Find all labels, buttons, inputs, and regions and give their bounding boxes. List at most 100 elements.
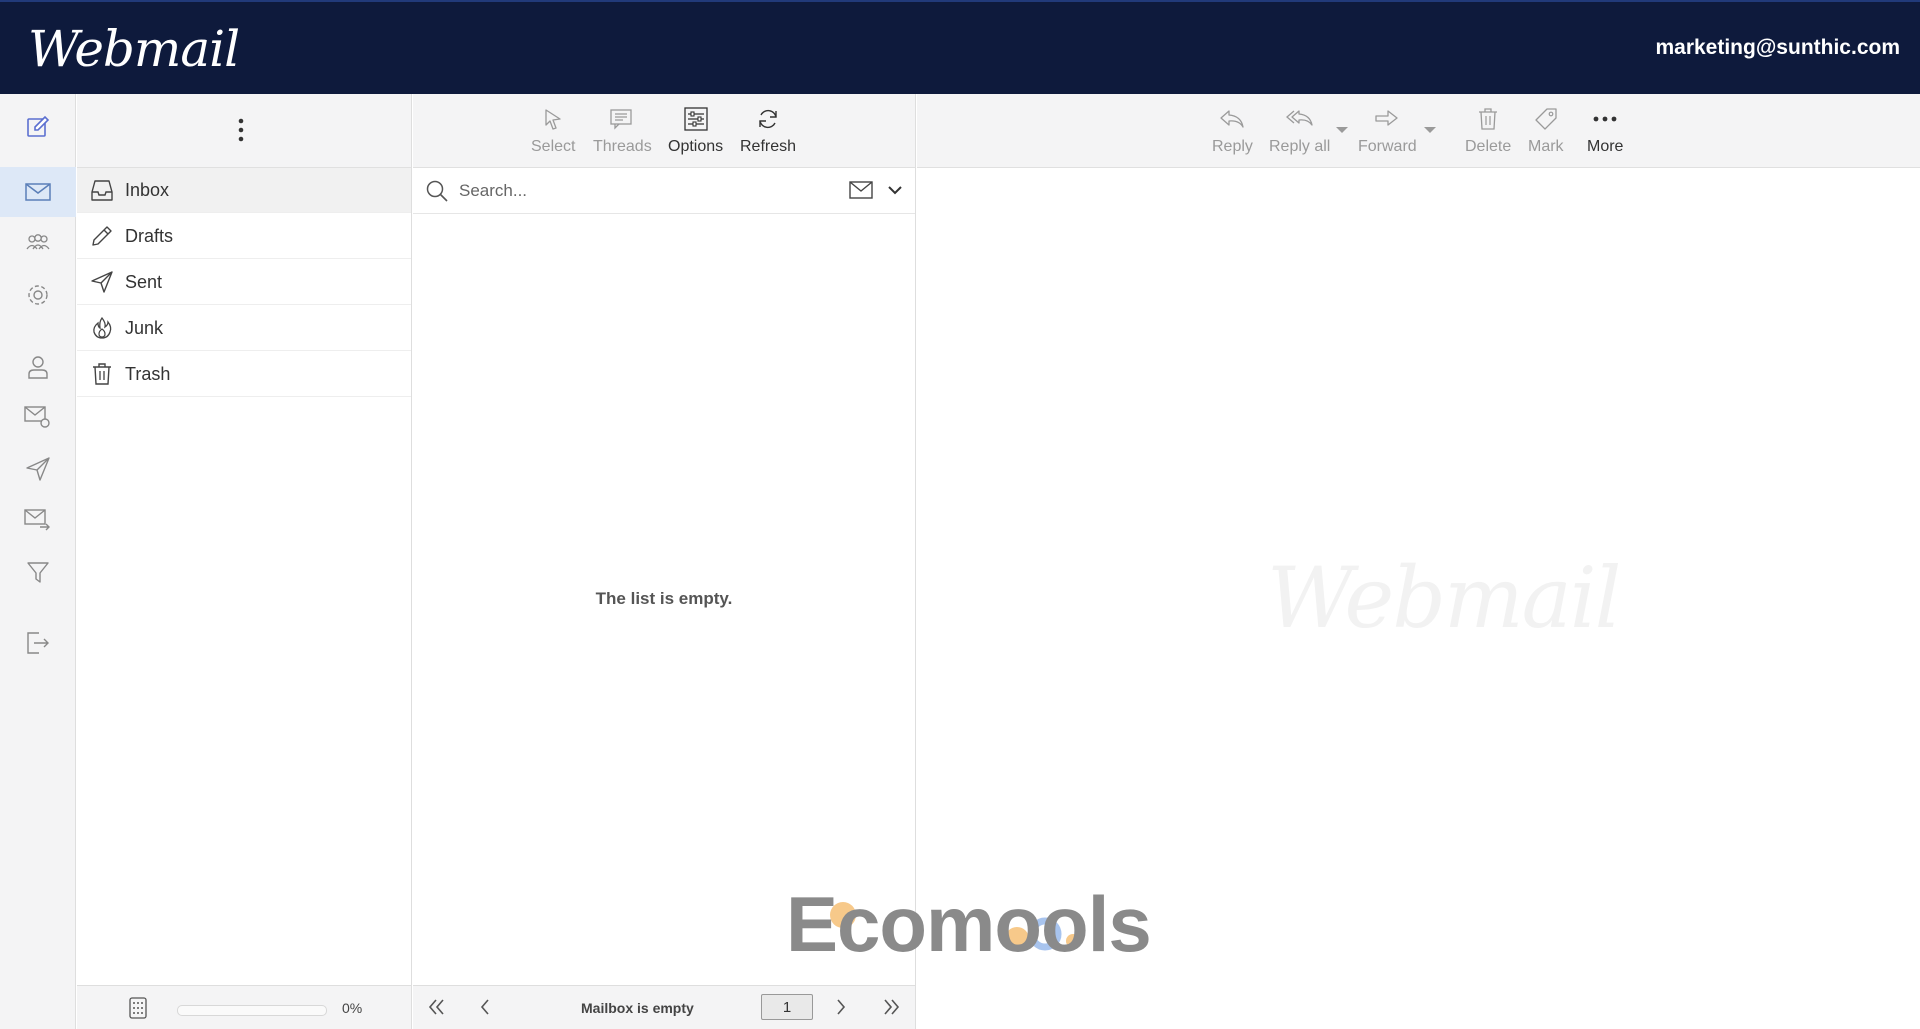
folder-label: Trash <box>125 363 171 384</box>
forward-label: Forward <box>1358 138 1417 155</box>
first-page-button[interactable] <box>427 998 447 1016</box>
folder-panel: Inbox Drafts Sent Junk Trash 0% <box>77 94 412 1029</box>
prev-page-button[interactable] <box>479 998 491 1016</box>
folder-actions-button[interactable] <box>235 116 247 144</box>
rail-filters[interactable] <box>0 547 76 597</box>
chevron-right-icon <box>837 999 846 1015</box>
threads-button[interactable]: Threads <box>593 104 652 156</box>
reply-label: Reply <box>1212 138 1253 155</box>
gear-icon <box>28 285 48 305</box>
folder-label: Sent <box>125 271 163 292</box>
more-label: More <box>1587 138 1624 155</box>
rail-settings[interactable] <box>0 270 76 320</box>
storage-button[interactable] <box>129 997 147 1019</box>
select-label: Select <box>531 138 576 155</box>
refresh-label: Refresh <box>740 138 797 155</box>
rail-contacts[interactable] <box>0 218 76 268</box>
message-toolbar: Reply Reply all Forward Delete Mark More <box>917 94 1920 168</box>
cursor-icon <box>545 109 561 130</box>
sliders-icon <box>683 107 708 131</box>
folder-inbox[interactable]: Inbox <box>77 168 411 213</box>
mark-label: Mark <box>1528 138 1564 155</box>
folder-label: Junk <box>125 317 164 338</box>
logout-icon <box>27 632 49 654</box>
reply-all-dropdown[interactable] <box>1336 127 1348 133</box>
search-icon <box>426 180 448 202</box>
folder-junk[interactable]: Junk <box>77 306 411 351</box>
trash-icon <box>93 363 111 385</box>
chevron-down-icon <box>888 186 902 195</box>
threads-label: Threads <box>593 138 652 155</box>
reply-icon <box>1220 110 1245 128</box>
page-number-input[interactable]: 1 <box>761 994 813 1020</box>
folder-label: Drafts <box>125 225 174 246</box>
search-bar <box>413 168 915 214</box>
folder-panel-header <box>77 94 411 168</box>
refresh-button[interactable]: Refresh <box>740 104 796 156</box>
mail-icon <box>849 181 873 199</box>
logout-button[interactable] <box>0 618 76 668</box>
mailbox-status: Mailbox is empty <box>581 1000 694 1016</box>
forward-button[interactable]: Forward <box>1358 104 1417 156</box>
user-email: marketing@sunthic.com <box>1655 36 1900 59</box>
mark-button[interactable]: Mark <box>1528 104 1564 156</box>
search-input[interactable] <box>457 178 821 204</box>
refresh-icon <box>759 109 777 129</box>
rail-forward-mail[interactable] <box>0 495 76 545</box>
rail-mail-settings[interactable] <box>0 392 76 442</box>
search-options-toggle[interactable] <box>887 183 903 197</box>
compose-icon <box>27 115 50 137</box>
search-scope-button[interactable] <box>849 181 873 199</box>
next-page-button[interactable] <box>835 998 847 1016</box>
reply-all-label: Reply all <box>1269 138 1331 155</box>
list-footer: Mailbox is empty 1 <box>413 985 915 1029</box>
quota-percent: 0% <box>342 1000 363 1016</box>
top-header: Webmail marketing@sunthic.com <box>0 0 1920 94</box>
options-label: Options <box>668 138 724 155</box>
brand-text: Ecomools <box>786 880 1152 968</box>
reply-button[interactable]: Reply <box>1212 104 1253 156</box>
delete-label: Delete <box>1465 138 1512 155</box>
folder-trash[interactable]: Trash <box>77 352 411 397</box>
reply-all-icon <box>1285 110 1313 126</box>
select-button[interactable]: Select <box>531 104 575 156</box>
contacts-icon <box>26 234 50 250</box>
reply-all-button[interactable]: Reply all <box>1269 104 1330 156</box>
forward-icon <box>1375 110 1398 126</box>
chevron-left-icon <box>480 999 489 1015</box>
rail-send[interactable] <box>0 444 76 494</box>
more-vertical-icon <box>238 118 244 142</box>
send-icon <box>91 271 113 293</box>
folder-label: Inbox <box>125 179 170 200</box>
fire-icon <box>93 316 112 339</box>
app-logo[interactable]: Webmail <box>28 20 240 78</box>
folder-panel-footer: 0% <box>77 985 411 1029</box>
chevron-double-right-icon <box>884 999 900 1015</box>
list-toolbar: Select Threads Options Refresh <box>413 94 915 168</box>
compose-button[interactable] <box>0 102 76 152</box>
last-page-button[interactable] <box>881 998 901 1016</box>
search-button[interactable] <box>425 179 449 203</box>
inbox-icon <box>91 180 113 201</box>
mail-icon <box>25 183 51 201</box>
threads-icon <box>610 109 632 130</box>
pencil-icon <box>92 226 112 246</box>
options-button[interactable]: Options <box>668 104 723 156</box>
watermark-logo: Webmail <box>1267 549 1621 647</box>
rail-mail[interactable] <box>0 167 76 217</box>
nav-rail <box>0 94 76 1029</box>
delete-button[interactable]: Delete <box>1465 104 1511 156</box>
user-icon <box>28 356 48 379</box>
folder-sent[interactable]: Sent <box>77 260 411 305</box>
empty-list-message: The list is empty. <box>595 589 733 608</box>
filter-icon <box>27 562 49 583</box>
forward-dropdown[interactable] <box>1424 127 1436 133</box>
tag-icon <box>1535 108 1557 130</box>
more-horizontal-icon <box>1593 116 1617 122</box>
quota-bar <box>177 1005 327 1016</box>
mail-settings-icon <box>24 406 50 428</box>
more-button[interactable]: More <box>1587 104 1623 156</box>
folder-drafts[interactable]: Drafts <box>77 214 411 259</box>
chevron-double-left-icon <box>428 999 444 1015</box>
rail-identity[interactable] <box>0 342 76 392</box>
